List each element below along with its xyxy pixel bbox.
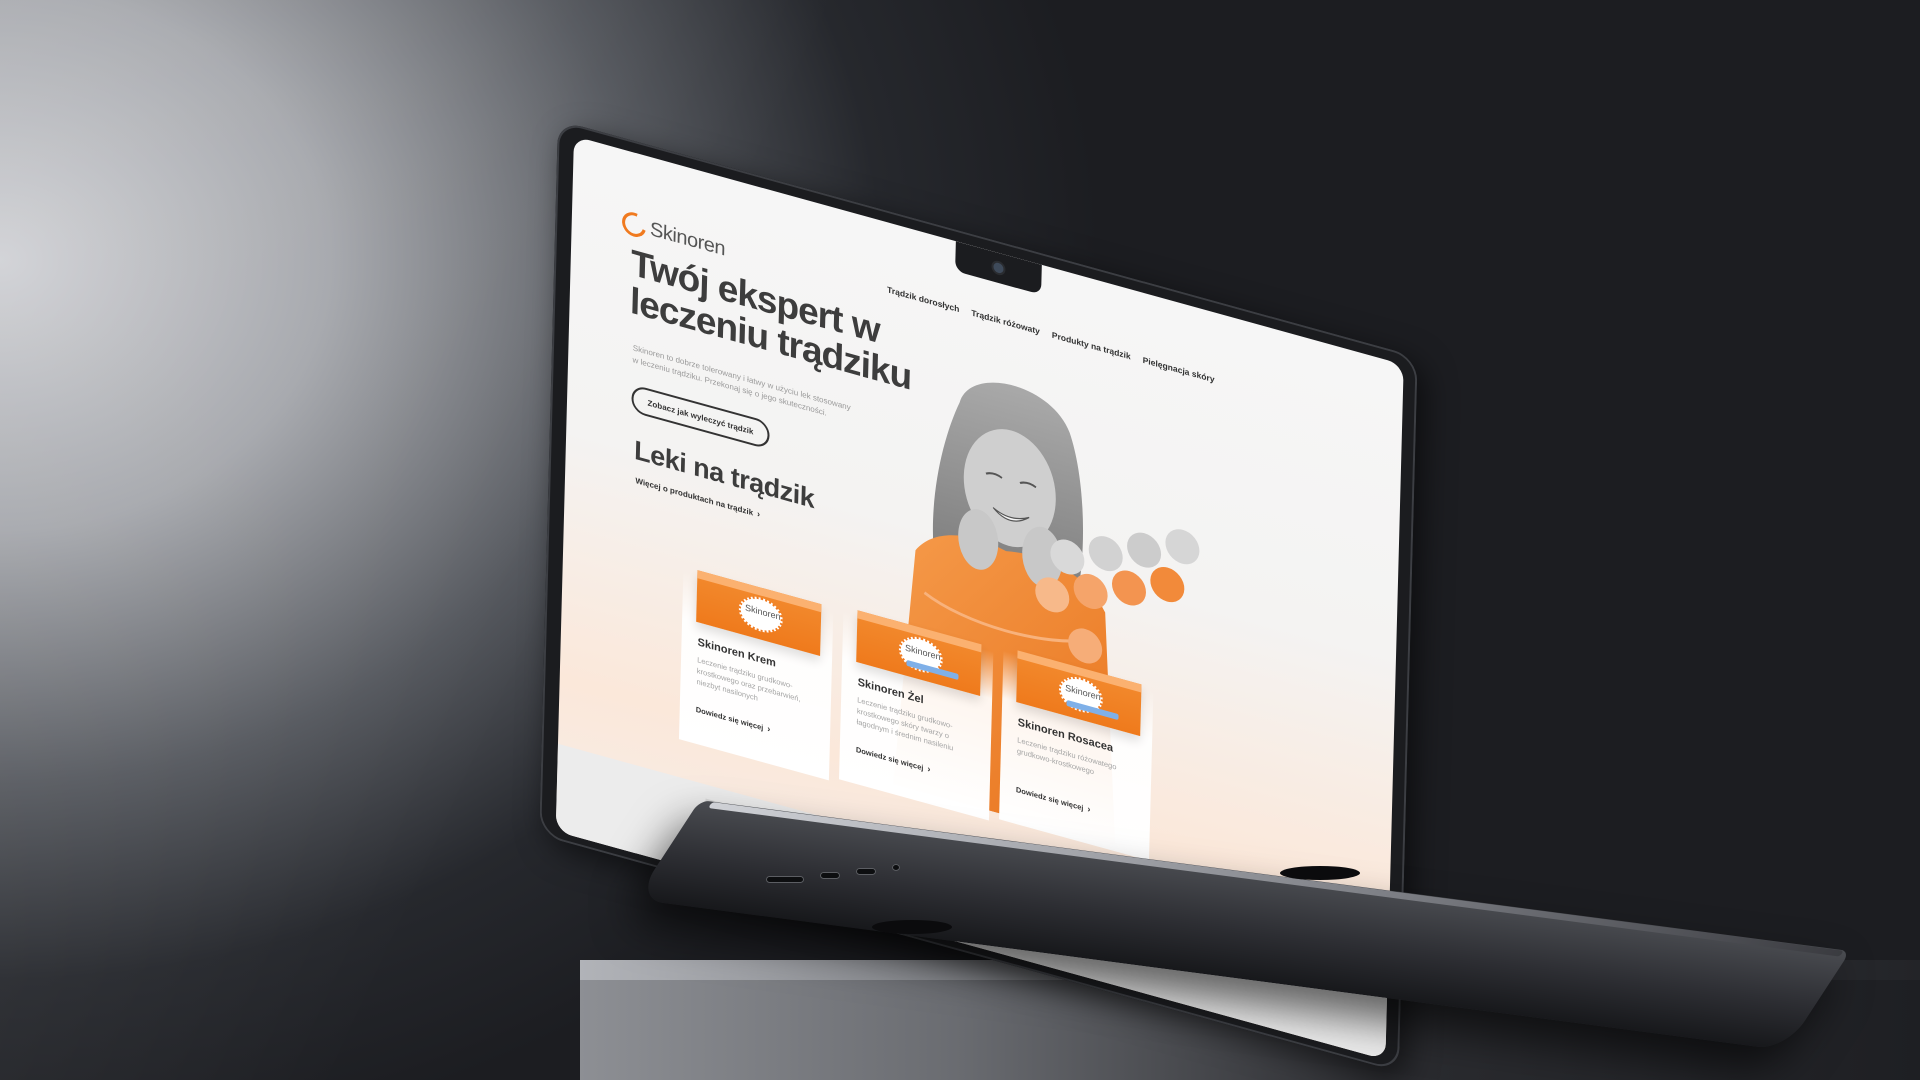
nav-item-tradzik-doroslych[interactable]: Trądzik dorosłych (887, 284, 960, 314)
product-more-link-label: Dowiedz się więcej (855, 744, 924, 773)
laptop-foot (872, 920, 952, 934)
chevron-right-icon: › (1087, 803, 1091, 815)
product-more-link[interactable]: Dowiedz się więcej › (1016, 784, 1091, 814)
chevron-right-icon: › (767, 723, 771, 735)
laptop-foot (1280, 866, 1360, 880)
chevron-right-icon: › (927, 763, 931, 775)
usb-c-port (820, 872, 840, 879)
product-more-link-label: Dowiedz się więcej (1015, 784, 1084, 813)
product-more-link-label: Dowiedz się więcej (695, 704, 764, 733)
headphone-port (892, 864, 900, 871)
camera-icon (993, 261, 1004, 275)
product-card-zel[interactable]: Skinoren Skinoren Żel Leczenie trądziku … (838, 610, 994, 821)
hero-title: Twój ekspert w leczeniu trądziku (629, 241, 912, 398)
magsafe-port (766, 876, 804, 883)
nav-item-produkty[interactable]: Produkty na trądzik (1052, 330, 1131, 362)
skinoren-logo-icon (617, 209, 651, 240)
nav-item-tradzik-rozowaty[interactable]: Trądzik różowaty (971, 308, 1040, 337)
product-card-krem[interactable]: Skinoren Skinoren Krem Leczenie trądziku… (678, 570, 834, 781)
product-more-link[interactable]: Dowiedz się więcej › (696, 704, 771, 734)
chevron-right-icon: › (756, 508, 761, 520)
product-card-rosacea[interactable]: Skinoren Skinoren Rosacea Leczenie trądz… (999, 650, 1154, 861)
nav-item-pielegnacja[interactable]: Pielęgnacja skóry (1143, 355, 1215, 385)
usb-c-port (856, 868, 876, 875)
product-more-link[interactable]: Dowiedz się więcej › (856, 744, 931, 774)
